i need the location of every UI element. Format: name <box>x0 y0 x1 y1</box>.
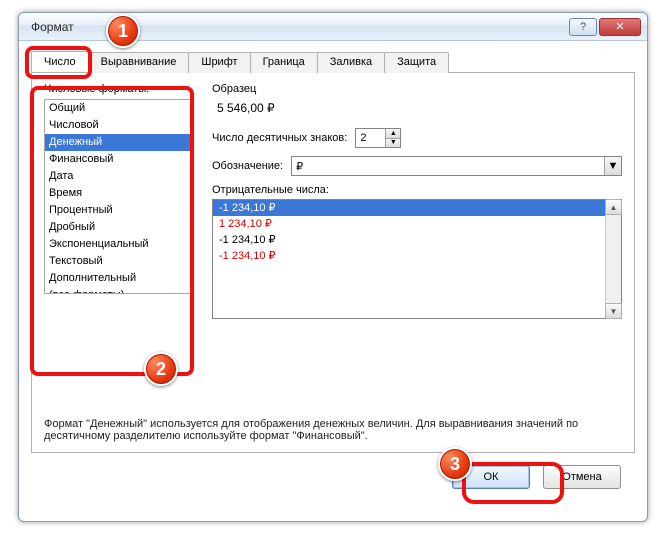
list-item[interactable]: -1 234,10 ₽ <box>213 248 621 264</box>
titlebar[interactable]: Формат ? ✕ <box>19 13 647 41</box>
tab-font[interactable]: Шрифт <box>188 52 250 73</box>
help-button[interactable]: ? <box>569 18 597 36</box>
list-item[interactable]: Время <box>45 185 191 202</box>
scroll-down-icon[interactable]: ▼ <box>605 303 622 319</box>
symbol-combo[interactable]: ₽ ▼ <box>291 156 622 176</box>
list-item[interactable]: Дата <box>45 168 191 185</box>
close-button[interactable]: ✕ <box>599 18 641 36</box>
list-item[interactable]: Дробный <box>45 219 191 236</box>
button-row: ОК Отмена <box>31 453 635 489</box>
tab-body: Числовые форматы: Общий Числовой Денежны… <box>31 73 635 453</box>
spin-up-icon[interactable]: ▲ <box>385 129 400 139</box>
list-item[interactable]: Общий <box>45 100 191 117</box>
negative-label: Отрицательные числа: <box>212 184 622 196</box>
list-item-selected[interactable]: -1 234,10 ₽ <box>213 200 621 216</box>
category-label: Числовые форматы: <box>44 83 192 95</box>
tab-protection[interactable]: Защита <box>384 52 449 73</box>
tab-number[interactable]: Число <box>31 51 89 72</box>
window-title: Формат <box>31 20 567 34</box>
decimals-value: 2 <box>360 132 366 144</box>
ok-button[interactable]: ОК <box>452 465 530 489</box>
settings-column: Образец 5 546,00 ₽ Число десятичных знак… <box>212 83 622 319</box>
cancel-button[interactable]: Отмена <box>543 465 621 489</box>
list-item[interactable]: Числовой <box>45 117 191 134</box>
decimals-label: Число десятичных знаков: <box>212 132 347 144</box>
sample-value: 5 546,00 ₽ <box>212 98 622 118</box>
tab-fill[interactable]: Заливка <box>317 52 385 73</box>
dialog-window: Формат ? ✕ Число Выравнивание Шрифт Гран… <box>18 12 648 522</box>
tab-border[interactable]: Граница <box>250 52 318 73</box>
negative-listbox[interactable]: -1 234,10 ₽ 1 234,10 ₽ -1 234,10 ₽ -1 23… <box>212 199 622 319</box>
format-description: Формат "Денежный" используется для отобр… <box>44 418 622 442</box>
list-item[interactable]: Финансовый <box>45 151 191 168</box>
symbol-label: Обозначение: <box>212 160 283 172</box>
spin-down-icon[interactable]: ▼ <box>385 139 400 148</box>
list-item[interactable]: Дополнительный <box>45 270 191 287</box>
list-item[interactable]: Процентный <box>45 202 191 219</box>
list-item[interactable]: Текстовый <box>45 253 191 270</box>
category-listbox[interactable]: Общий Числовой Денежный Финансовый Дата … <box>44 99 192 294</box>
scroll-up-icon[interactable]: ▲ <box>605 199 622 215</box>
list-item[interactable]: Экспоненциальный <box>45 236 191 253</box>
list-item[interactable]: 1 234,10 ₽ <box>213 216 621 232</box>
tab-alignment[interactable]: Выравнивание <box>88 52 190 73</box>
list-item[interactable]: (все форматы) <box>45 287 191 294</box>
list-item-selected[interactable]: Денежный <box>45 134 191 151</box>
list-item[interactable]: -1 234,10 ₽ <box>213 232 621 248</box>
scrollbar[interactable]: ▲ ▼ <box>605 200 621 318</box>
client-area: Число Выравнивание Шрифт Граница Заливка… <box>19 41 647 497</box>
tab-strip: Число Выравнивание Шрифт Граница Заливка… <box>31 51 635 73</box>
chevron-down-icon[interactable]: ▼ <box>604 157 621 175</box>
sample-label: Образец <box>212 83 622 95</box>
decimals-stepper[interactable]: 2 ▲ ▼ <box>355 128 401 148</box>
symbol-value: ₽ <box>296 160 303 173</box>
category-column: Числовые форматы: Общий Числовой Денежны… <box>44 83 192 294</box>
